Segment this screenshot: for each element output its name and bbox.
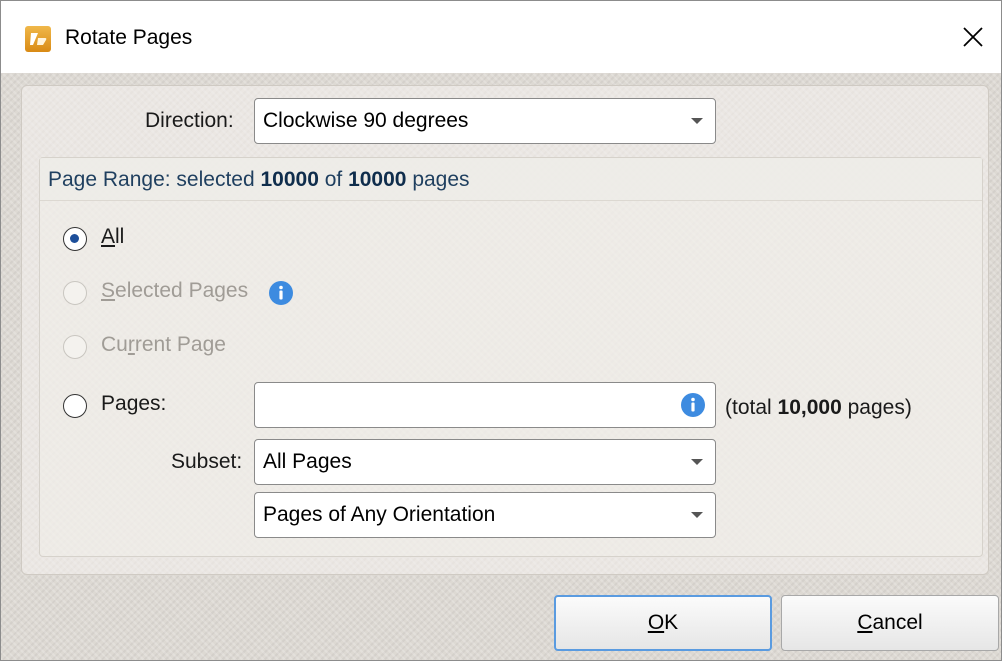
direction-label: Direction: bbox=[145, 109, 234, 132]
radio-current-page-label: Current Page bbox=[101, 333, 226, 356]
ok-button[interactable]: OK bbox=[554, 595, 772, 651]
subset-dropdown[interactable]: All Pages bbox=[254, 439, 716, 485]
total-count: 10000 bbox=[348, 168, 407, 191]
radio-selected-pages[interactable]: Selected Pages bbox=[63, 279, 303, 309]
close-button[interactable] bbox=[955, 19, 991, 55]
dialog-title: Rotate Pages bbox=[65, 26, 193, 49]
direction-dropdown[interactable]: Clockwise 90 degrees bbox=[254, 98, 716, 144]
radio-all[interactable]: All bbox=[63, 225, 183, 255]
radio-all-label: All bbox=[101, 225, 125, 248]
pages-info-icon[interactable] bbox=[681, 393, 705, 417]
radio-pages-indicator[interactable] bbox=[63, 394, 87, 418]
subset-label: Subset: bbox=[171, 450, 243, 473]
radio-selected-pages-indicator[interactable] bbox=[63, 281, 87, 305]
chevron-down-icon bbox=[691, 118, 703, 124]
cancel-button[interactable]: Cancel bbox=[781, 595, 999, 651]
direction-value: Clockwise 90 degrees bbox=[263, 109, 469, 132]
radio-selected-pages-label: Selected Pages bbox=[101, 279, 249, 302]
subset-value: All Pages bbox=[263, 450, 352, 473]
total-pages-count: 10,000 bbox=[777, 396, 842, 419]
radio-current-page[interactable]: Current Page bbox=[63, 333, 263, 363]
orientation-value: Pages of Any Orientation bbox=[263, 503, 496, 526]
radio-pages[interactable]: Pages: bbox=[63, 392, 183, 422]
chevron-down-icon bbox=[691, 512, 703, 518]
radio-all-indicator[interactable] bbox=[63, 227, 87, 251]
page-range-summary: Page Range: selected 10000 of 10000 page… bbox=[48, 168, 470, 191]
total-pages-text: (total 10,000 pages) bbox=[725, 396, 912, 419]
orientation-dropdown[interactable]: Pages of Any Orientation bbox=[254, 492, 716, 538]
rotate-pages-dialog: Rotate Pages Direction: Clockwise 90 deg… bbox=[0, 0, 1002, 661]
chevron-down-icon bbox=[691, 459, 703, 465]
close-icon bbox=[963, 27, 983, 47]
radio-pages-label: Pages: bbox=[101, 392, 167, 415]
pdf-xchange-logo-icon bbox=[25, 26, 51, 52]
title-bar: Rotate Pages bbox=[1, 1, 1001, 73]
radio-current-page-indicator[interactable] bbox=[63, 335, 87, 359]
pages-input[interactable] bbox=[254, 382, 716, 428]
selected-pages-info-icon[interactable] bbox=[269, 281, 293, 305]
selected-count: 10000 bbox=[260, 168, 319, 191]
page-range-header: Page Range: selected 10000 of 10000 page… bbox=[40, 158, 982, 201]
